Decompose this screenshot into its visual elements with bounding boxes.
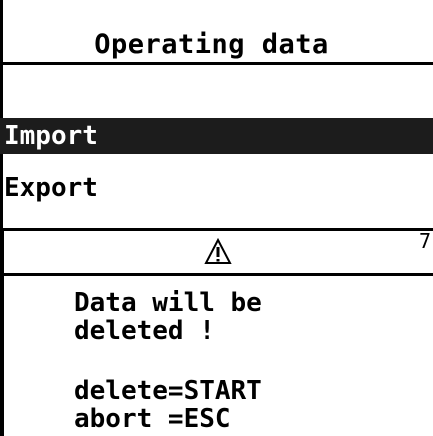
dialog-message-line-2: deleted !	[74, 316, 215, 346]
delete-start-instruction: delete=START	[74, 376, 262, 406]
dialog-message-line-1: Data will be	[74, 288, 262, 318]
screen-title: Operating data	[94, 29, 329, 60]
title-divider	[0, 62, 433, 65]
dialog-header: 7	[4, 229, 433, 276]
abort-esc-instruction: abort =ESC	[74, 404, 231, 434]
menu-item-export[interactable]: Export	[0, 170, 433, 206]
warning-dialog: 7 Data will be deleted ! delete=START ab…	[1, 228, 433, 436]
device-screen: Operating data Import Export 7 Data will…	[0, 0, 433, 436]
dialog-number: 7	[418, 229, 431, 253]
menu-item-import[interactable]: Import	[0, 118, 433, 154]
warning-triangle-icon	[204, 238, 232, 264]
